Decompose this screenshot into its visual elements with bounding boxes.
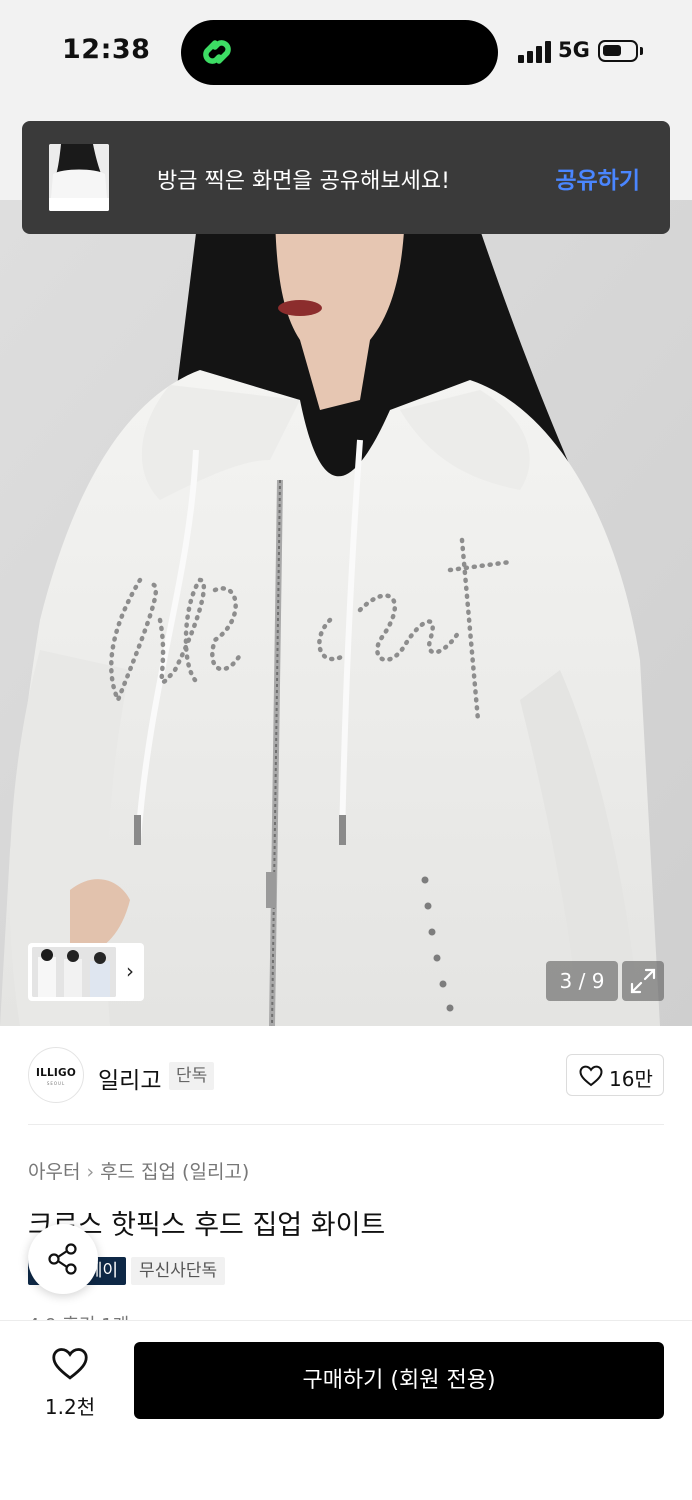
expand-icon[interactable] — [622, 961, 664, 1001]
heart-icon — [579, 1065, 603, 1087]
thumbnail-image — [32, 947, 116, 997]
bottom-action-bar: 1.2천 구매하기 (회원 전용) — [0, 1320, 692, 1500]
brand-name[interactable]: 일리고 — [98, 1061, 161, 1095]
network-type: 5G — [558, 38, 590, 62]
brand-like-button[interactable]: 16만 — [566, 1054, 664, 1096]
buy-button[interactable]: 구매하기 (회원 전용) — [134, 1342, 664, 1419]
brand-like-count: 16만 — [609, 1067, 653, 1091]
image-counter: 3 / 9 — [546, 961, 618, 1001]
product-like-count: 1.2천 — [44, 1395, 96, 1419]
battery-icon — [598, 40, 643, 62]
exclusive-tag: 무신사단독 — [131, 1257, 226, 1285]
dynamic-island — [181, 20, 498, 85]
breadcrumb-item[interactable]: 후드 집업 (일리고) — [100, 1157, 249, 1184]
brand-logo-text: ILLIGO — [36, 1067, 76, 1079]
breadcrumb-item[interactable]: 아우터 — [28, 1157, 80, 1184]
toast-message: 방금 찍은 화면을 공유해보세요! — [157, 169, 450, 194]
share-toast: 방금 찍은 화면을 공유해보세요! 공유하기 — [22, 121, 670, 234]
share-button[interactable] — [28, 1224, 98, 1294]
link-icon — [203, 40, 231, 64]
brand-logo-subtext: SEOUL — [46, 1081, 66, 1086]
chevron-right-icon: › — [126, 959, 134, 983]
section-divider — [28, 1124, 664, 1125]
gallery-thumbnail-strip[interactable]: › — [28, 943, 144, 1001]
brand-logo[interactable]: ILLIGO SEOUL — [28, 1047, 84, 1103]
hero-photo — [0, 200, 692, 1026]
heart-icon — [52, 1348, 88, 1380]
product-like-button[interactable]: 1.2천 — [30, 1347, 110, 1427]
product-main-image[interactable] — [0, 200, 692, 1026]
toast-screenshot-thumbnail — [49, 144, 109, 211]
status-time: 12:38 — [62, 34, 151, 65]
breadcrumb: 아우터 › 후드 집업 (일리고) — [28, 1157, 249, 1184]
share-icon — [48, 1243, 77, 1275]
exclusive-badge: 단독 — [169, 1062, 215, 1090]
chevron-right-icon: › — [86, 1161, 95, 1183]
toast-share-button[interactable]: 공유하기 — [555, 161, 640, 195]
signal-icon — [518, 41, 552, 63]
